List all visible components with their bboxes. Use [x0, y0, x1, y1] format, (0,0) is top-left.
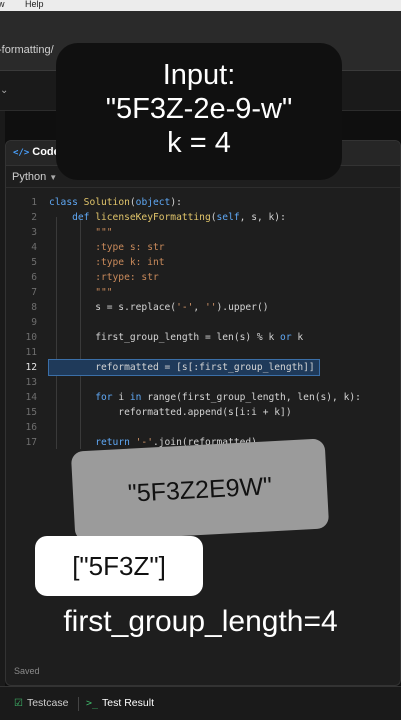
line-number: 6 [31, 272, 37, 283]
code-line[interactable]: 3 """ [6, 225, 400, 240]
line-number: 14 [25, 392, 37, 403]
line-number: 8 [31, 302, 37, 313]
code-text: """ [95, 227, 113, 238]
code-text: class Solution(object): [49, 197, 182, 208]
code-line[interactable]: 12 reformatted = [s[:first_group_length]… [6, 359, 400, 376]
code-text: reformatted.append(s[i:i + k]) [49, 407, 292, 418]
language-label: Python [12, 171, 47, 183]
code-text: :type s: str [49, 242, 165, 253]
bottom-tab-bar: ☑ Testcase >_ Test Result [0, 686, 401, 720]
code-tab[interactable]: </> Code [13, 146, 60, 158]
result-string-overlay: "5F3Z2E9W" [70, 438, 330, 542]
code-text: :type k: int [49, 257, 165, 268]
code-line[interactable]: 5 :type k: int [6, 255, 400, 270]
code-line[interactable]: 14 for i in range(first_group_length, le… [6, 390, 400, 405]
code-line[interactable]: 4 :type s: str [6, 240, 400, 255]
code-editor[interactable]: 1 class Solution(object): 2 def licenseKey… [6, 195, 400, 455]
terminal-icon: >_ [86, 698, 99, 709]
code-line[interactable]: 13 [6, 375, 400, 390]
code-line[interactable]: 2 def licenseKeyFormatting(self, s, k): [6, 210, 400, 225]
line-number: 13 [25, 377, 37, 388]
code-line[interactable]: 9 [6, 315, 400, 330]
line-number: 12 [25, 362, 37, 373]
saved-status: Saved [14, 666, 40, 676]
line-number: 5 [31, 257, 37, 268]
line-number: 7 [31, 287, 37, 298]
input-overlay: Input: "5F3Z-2e-9-w" k = 4 [56, 43, 342, 180]
os-menubar: w Help [0, 0, 401, 11]
line-number: 15 [25, 407, 37, 418]
code-text: reformatted = [s[:first_group_length]] [48, 359, 320, 376]
toolbar-chevron-icon[interactable]: ⌄ [0, 85, 8, 96]
line-number: 10 [25, 332, 37, 343]
code-text: for i in range(first_group_length, len(s… [95, 392, 361, 403]
code-text: :rtype: str [49, 272, 159, 283]
code-line[interactable]: 8 s = s.replace('-', '').upper() [6, 300, 400, 315]
code-line[interactable]: 1 class Solution(object): [6, 195, 400, 210]
code-line[interactable]: 10 first_group_length = len(s) % k or k [6, 330, 400, 345]
language-select[interactable]: Python ▼ [12, 171, 57, 183]
menu-item-help[interactable]: Help [25, 0, 44, 9]
tab-divider [78, 697, 79, 711]
code-text: first_group_length = len(s) % k or k [49, 332, 304, 343]
line-number: 1 [31, 197, 37, 208]
menu-item-window[interactable]: w [0, 0, 5, 9]
line-number: 11 [25, 347, 37, 358]
line-number: 16 [25, 422, 37, 433]
tab-testcase[interactable]: ☑ Testcase [14, 697, 68, 709]
chevron-down-icon: ▼ [49, 173, 58, 182]
url-fragment[interactable]: -formatting/ [0, 44, 54, 56]
checkbox-icon: ☑ [14, 698, 23, 709]
tab-test-result-label: Test Result [102, 697, 154, 709]
group-list-overlay: ["5F3Z"] [35, 536, 203, 596]
code-line[interactable]: 16 [6, 420, 400, 435]
code-text: """ [95, 287, 113, 298]
input-value: "5F3Z-2e-9-w" [105, 93, 293, 125]
code-text: def licenseKeyFormatting(self, s, k): [72, 212, 286, 223]
tab-testcase-label: Testcase [26, 697, 69, 709]
line-number: 3 [31, 227, 37, 238]
input-title: Input: [162, 59, 236, 91]
code-line[interactable]: 11 [6, 345, 400, 360]
line-number: 17 [25, 437, 37, 448]
code-text: s = s.replace('-', '').upper() [49, 302, 269, 313]
line-number: 4 [31, 242, 37, 253]
input-k: k = 4 [167, 127, 231, 159]
line-number: 2 [31, 212, 37, 223]
line-number: 9 [31, 317, 37, 328]
code-line[interactable]: 7 """ [6, 285, 400, 300]
tab-test-result[interactable]: >_ Test Result [86, 697, 154, 709]
code-line[interactable]: 6 :rtype: str [6, 270, 400, 285]
caption-overlay: first_group_length=4 [63, 605, 338, 638]
code-brackets-icon: </> [13, 148, 30, 158]
code-line[interactable]: 15 reformatted.append(s[i:i + k]) [6, 405, 400, 420]
